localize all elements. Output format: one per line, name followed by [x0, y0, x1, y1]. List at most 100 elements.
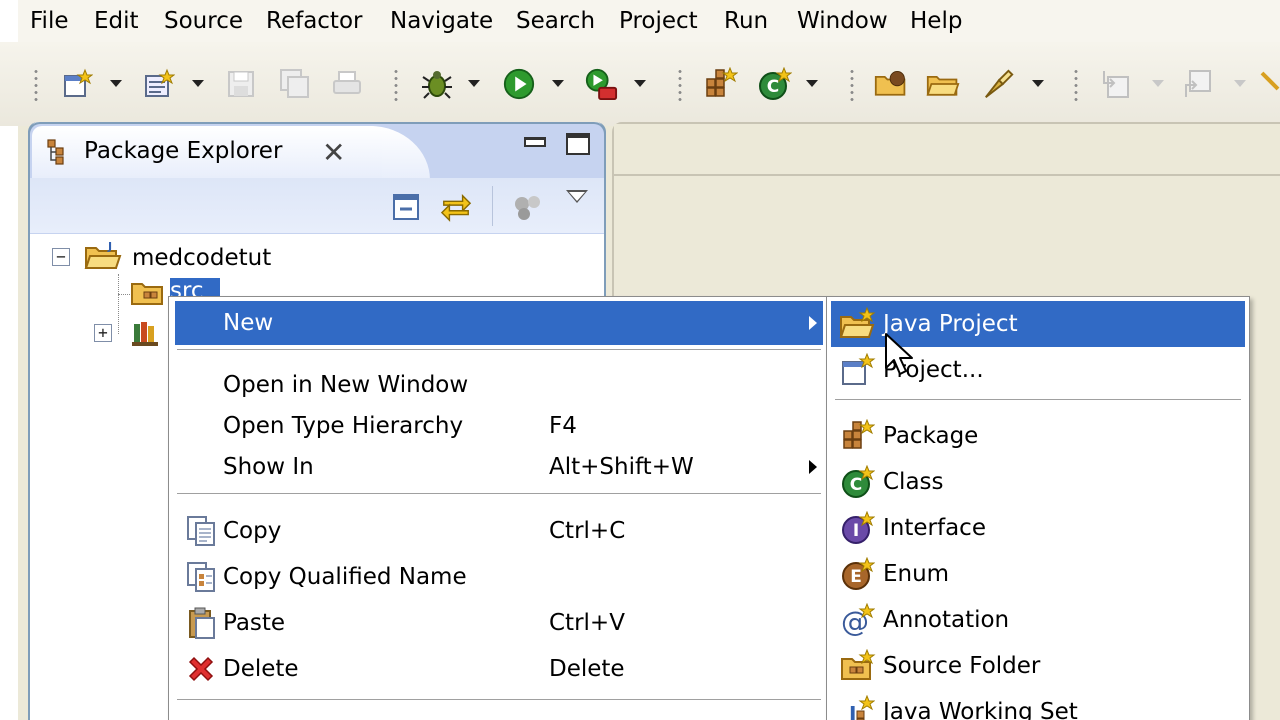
menu-file[interactable]: File	[30, 0, 69, 42]
open-type-dropdown[interactable]	[192, 80, 204, 87]
menu-refactor[interactable]: Refactor	[266, 0, 362, 42]
menu-item-label: Open Type Hierarchy	[223, 413, 464, 439]
submenu-item-java-working-set[interactable]: J Java Working Set	[831, 689, 1245, 720]
svg-text:I: I	[853, 521, 859, 541]
submenu-item-enum[interactable]: E Enum	[831, 551, 1245, 597]
debug-dropdown[interactable]	[468, 80, 480, 87]
submenu-item-label: Enum	[883, 561, 950, 587]
submenu-item-interface[interactable]: I Interface	[831, 505, 1245, 551]
svg-text:J: J	[847, 702, 856, 720]
menu-source[interactable]: Source	[164, 0, 243, 42]
collapse-toggle[interactable]: −	[52, 248, 70, 266]
menu-item-shortcut: F4	[549, 413, 577, 439]
menu-navigate[interactable]: Navigate	[390, 0, 493, 42]
java-project-icon: J	[84, 238, 122, 278]
menu-run[interactable]: Run	[724, 0, 768, 42]
new-wizard-dropdown[interactable]	[110, 80, 122, 87]
editor-tab-strip	[614, 124, 1280, 176]
search-tool-icon[interactable]	[982, 66, 1016, 102]
menu-item-delete[interactable]: Delete Delete	[175, 647, 823, 691]
expand-toggle[interactable]: +	[94, 324, 112, 342]
menu-item-open-in-new-window[interactable]: Open in New Window	[175, 363, 823, 407]
new-working-set-icon: J	[839, 693, 877, 720]
link-with-editor-icon[interactable]	[440, 190, 472, 224]
new-java-project-icon	[839, 305, 877, 343]
collapse-all-icon[interactable]	[390, 190, 422, 224]
new-wizard-icon[interactable]	[60, 66, 94, 102]
menu-edit[interactable]: Edit	[94, 0, 139, 42]
toolbar-grip[interactable]	[678, 68, 682, 104]
next-annotation-dropdown[interactable]	[1152, 80, 1164, 87]
menu-item-copy[interactable]: Copy Ctrl+C	[175, 509, 823, 553]
save-icon[interactable]	[224, 66, 258, 102]
main-toolbar: C	[0, 42, 1280, 126]
maximize-icon[interactable]	[566, 133, 590, 155]
submenu-item-label: Interface	[883, 515, 986, 541]
submenu-item-label: Source Folder	[883, 653, 1041, 679]
last-edit-icon[interactable]	[1258, 66, 1280, 102]
menu-help[interactable]: Help	[910, 0, 962, 42]
submenu-item-package[interactable]: Package	[831, 413, 1245, 459]
menu-item-shortcut: Delete	[549, 656, 625, 682]
tree-item-library[interactable]	[130, 318, 166, 354]
svg-text:C: C	[850, 475, 862, 495]
open-project-icon[interactable]	[926, 66, 960, 102]
menu-item-label: Open in New Window	[223, 372, 469, 398]
tab-title: Package Explorer	[84, 138, 283, 164]
new-annotation-icon: @	[839, 601, 877, 639]
submenu-item-annotation[interactable]: @ Annotation	[831, 597, 1245, 643]
submenu-item-label: Class	[883, 469, 944, 495]
menu-item-show-in[interactable]: Show In Alt+Shift+W	[175, 445, 823, 489]
previous-annotation-dropdown[interactable]	[1234, 80, 1246, 87]
submenu-item-label: Package	[883, 423, 979, 449]
menu-item-open-type-hierarchy[interactable]: Open Type Hierarchy F4	[175, 404, 823, 448]
menu-separator	[835, 399, 1241, 401]
menu-separator	[177, 349, 821, 351]
menu-item-new[interactable]: New	[175, 301, 823, 345]
toolbar-grip[interactable]	[34, 68, 38, 104]
new-class-icon[interactable]: C	[758, 66, 792, 102]
close-icon[interactable]: ✕	[322, 136, 345, 169]
external-tools-dropdown[interactable]	[634, 80, 646, 87]
menu-search[interactable]: Search	[516, 0, 595, 42]
tree-item-src[interactable]	[130, 278, 166, 314]
minimize-icon[interactable]	[524, 137, 546, 147]
save-all-icon[interactable]	[278, 66, 312, 102]
menu-separator	[177, 493, 821, 495]
search-dropdown[interactable]	[1032, 80, 1044, 87]
run-icon[interactable]	[502, 66, 536, 102]
new-source-folder-icon	[839, 647, 877, 685]
source-folder-icon	[130, 278, 166, 314]
toolbar-grip[interactable]	[1074, 68, 1078, 104]
filter-icon[interactable]	[512, 190, 544, 224]
copy-icon	[183, 513, 219, 549]
toolbar-grip[interactable]	[394, 68, 398, 104]
menu-item-label: Copy Qualified Name	[223, 564, 467, 590]
new-class-dropdown[interactable]	[806, 80, 818, 87]
menu-item-copy-qualified-name[interactable]: Copy Qualified Name	[175, 555, 823, 599]
tree-item-project[interactable]: J medcodetut	[84, 238, 271, 278]
toolbar-grip[interactable]	[850, 68, 854, 104]
view-menu-icon[interactable]	[566, 190, 588, 203]
open-folder-icon[interactable]	[874, 66, 908, 102]
run-dropdown[interactable]	[552, 80, 564, 87]
tab-package-explorer[interactable]: Package Explorer ✕	[32, 126, 382, 178]
open-type-icon[interactable]	[142, 66, 176, 102]
submenu-item-source-folder[interactable]: Source Folder	[831, 643, 1245, 689]
svg-text:E: E	[850, 567, 862, 587]
menu-item-paste[interactable]: Paste Ctrl+V	[175, 601, 823, 645]
next-annotation-icon[interactable]	[1100, 66, 1134, 102]
submenu-arrow-icon	[809, 460, 817, 474]
project-name: medcodetut	[132, 245, 272, 271]
debug-icon[interactable]	[420, 66, 454, 102]
jre-library-icon	[130, 318, 166, 354]
menu-separator	[177, 699, 821, 701]
previous-annotation-icon[interactable]	[1182, 66, 1216, 102]
external-tools-icon[interactable]	[584, 66, 618, 102]
new-enum-icon: E	[839, 555, 877, 593]
print-icon[interactable]	[330, 66, 364, 102]
menu-project[interactable]: Project	[619, 0, 698, 42]
submenu-item-class[interactable]: C Class	[831, 459, 1245, 505]
new-package-icon[interactable]	[704, 66, 738, 102]
menu-window[interactable]: Window	[797, 0, 888, 42]
